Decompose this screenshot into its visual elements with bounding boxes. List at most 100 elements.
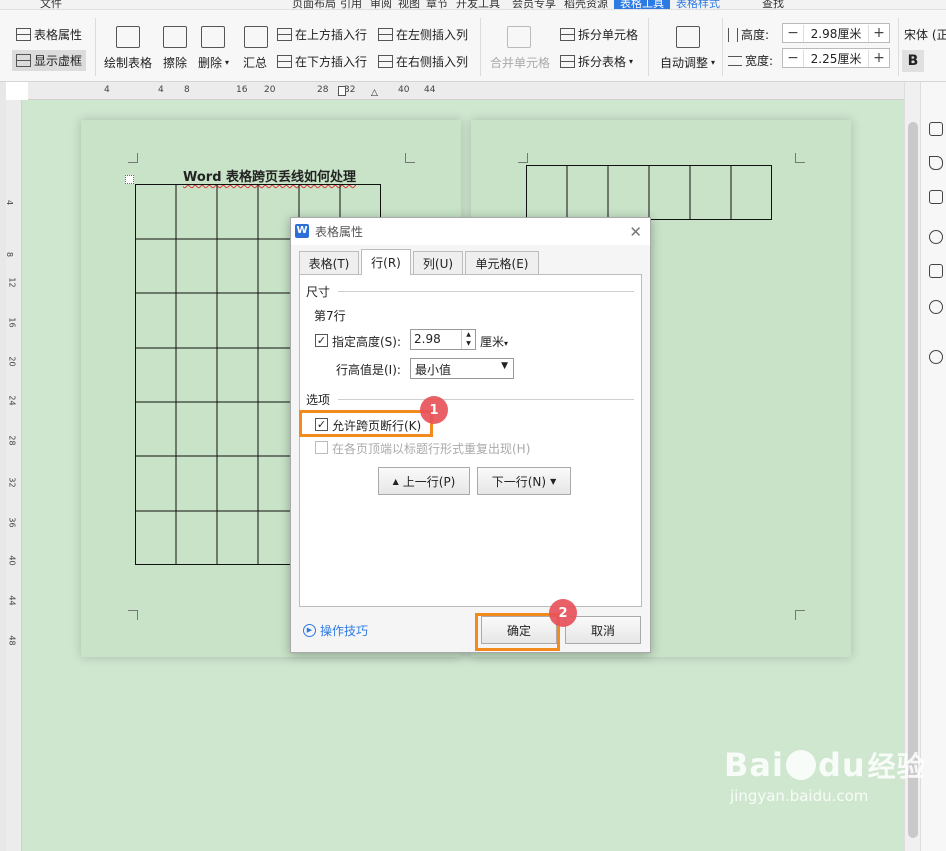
specify-height-checkbox[interactable]: ✓ (315, 334, 328, 347)
decrement-icon[interactable]: − (783, 25, 803, 41)
paw-logo-icon (785, 750, 816, 780)
ruler-tick: 28 (317, 85, 329, 95)
cancel-button[interactable]: 取消 (565, 616, 641, 644)
menu-review[interactable]: 审阅 (370, 0, 392, 9)
unit-dropdown[interactable]: 厘米▾ (480, 333, 508, 350)
table-properties-button[interactable]: 表格属性 (16, 26, 82, 43)
page-corner-mark (128, 610, 138, 620)
font-name-select[interactable]: 宋体 (正 (904, 26, 946, 43)
dropdown-arrow-icon: ▾ (504, 339, 509, 348)
highlight-allow-break (299, 410, 433, 437)
tab-table[interactable]: 表格(T) (299, 251, 359, 275)
tab-marker-icon[interactable]: △ (371, 88, 378, 98)
insert-below-icon (277, 55, 292, 68)
row-height-mode-label: 行高值是(I): (336, 363, 401, 377)
palette-icon[interactable] (929, 350, 943, 364)
height-label: 高度: (728, 26, 769, 43)
settings-icon[interactable] (929, 190, 943, 204)
insert-right-icon (378, 55, 393, 68)
vertical-scrollbar[interactable] (904, 82, 920, 851)
tab-table-tools[interactable]: 表格工具 (614, 0, 670, 9)
lightning-icon[interactable] (929, 300, 943, 314)
tab-column[interactable]: 列(U) (413, 251, 463, 275)
menu-member[interactable]: 会员专享 (512, 0, 556, 9)
dropdown-arrow-icon: ▼ (501, 361, 508, 371)
increment-icon[interactable]: + (869, 50, 889, 66)
indent-marker-icon[interactable] (338, 86, 346, 96)
tab-row[interactable]: 行(R) (361, 249, 411, 275)
ruler-tick: 40 (398, 85, 410, 95)
summarize-button[interactable]: 汇总 (243, 54, 267, 71)
erase-button[interactable]: 擦除 (163, 54, 187, 71)
spinner-arrows-icon[interactable]: ▲ ▼ (461, 330, 475, 349)
table-properties-icon (16, 28, 31, 41)
split-cells-button[interactable]: 拆分单元格 (560, 26, 638, 43)
pointer-icon[interactable] (929, 156, 943, 170)
draw-table-button[interactable]: 绘制表格 (104, 54, 152, 71)
search-button[interactable]: 查找 (762, 0, 784, 9)
eraser-icon (163, 26, 187, 48)
close-icon[interactable]: ✕ (629, 223, 642, 241)
previous-row-button[interactable]: ▲ 上一行(P) (378, 467, 470, 495)
width-spinner[interactable]: − 2.25厘米 + (782, 48, 890, 68)
height-spinner[interactable]: − 2.98厘米 + (782, 23, 890, 43)
menu-references[interactable]: 引用 (340, 0, 362, 9)
insert-row-above-button[interactable]: 在上方插入行 (277, 26, 367, 43)
menu-docer[interactable]: 稻壳资源 (564, 0, 608, 9)
document-title[interactable]: Word 表格跨页丢线如何处理 (183, 166, 356, 185)
summarize-icon (244, 26, 268, 48)
decrement-icon[interactable]: − (783, 50, 803, 66)
row-number-label: 第7行 (314, 309, 346, 323)
ruler-tick: 16 (7, 317, 17, 328)
section-options-label: 选项 (306, 393, 331, 407)
auto-fit-dropdown[interactable]: 自动调整 ▾ (660, 54, 715, 71)
tab-table-style[interactable]: 表格样式 (676, 0, 720, 9)
split-table-dropdown[interactable]: 拆分表格 ▾ (560, 53, 633, 70)
row-height-mode-select[interactable]: 最小值 ▼ (410, 358, 514, 379)
menu-file[interactable]: 文件 (40, 0, 62, 9)
page-corner-mark (795, 610, 805, 620)
width-label: 宽度: (728, 52, 773, 69)
insert-left-icon (378, 28, 393, 41)
play-circle-icon: ▶ (303, 624, 316, 637)
menu-view[interactable]: 视图 (398, 0, 420, 9)
increment-icon[interactable]: + (869, 25, 889, 41)
merge-cells-button[interactable]: 合并单元格 (490, 54, 550, 71)
wps-writer-icon: W (295, 224, 309, 238)
insert-col-right-button[interactable]: 在右侧插入列 (378, 53, 468, 70)
bold-button[interactable]: B (902, 50, 924, 72)
tips-link[interactable]: ▶ 操作技巧 (303, 622, 368, 639)
menu-dev-tools[interactable]: 开发工具 (456, 0, 500, 9)
menu-page-layout[interactable]: 页面布局 (292, 0, 336, 9)
image-icon[interactable] (929, 264, 943, 278)
menu-bar: 文件 页面布局 引用 审阅 视图 章节 开发工具 会员专享 稻壳资源 表格工具 … (0, 0, 946, 10)
gridlines-icon (16, 54, 31, 67)
edit-icon[interactable] (929, 122, 943, 136)
ruler-tick: 4 (158, 85, 164, 95)
table-move-handle-icon[interactable] (125, 175, 134, 184)
insert-row-below-button[interactable]: 在下方插入行 (277, 53, 367, 70)
dropdown-arrow-icon: ▾ (711, 58, 716, 67)
row-tab-panel: 尺寸 第7行 ✓ 指定高度(S): 2.98 ▲ ▼ 厘米▾ 行高值是(I): 最… (299, 274, 642, 607)
specify-height-label: 指定高度(S): (332, 335, 402, 349)
merge-cells-icon (507, 26, 531, 48)
next-row-button[interactable]: 下一行(N) ▼ (477, 467, 571, 495)
baidu-watermark: Bai du 经验 jingyan.baidu.com (724, 745, 926, 805)
show-gridlines-button[interactable]: 显示虚框 (12, 50, 87, 71)
repeat-header-checkbox[interactable] (315, 441, 328, 454)
scrollbar-thumb[interactable] (908, 122, 918, 838)
page-corner-mark (405, 153, 415, 163)
tab-cell[interactable]: 单元格(E) (465, 251, 539, 275)
menu-chapter[interactable]: 章节 (426, 0, 448, 9)
page-corner-mark (518, 153, 528, 163)
ruler-tick: 8 (5, 251, 15, 258)
document-table-right[interactable] (526, 165, 772, 221)
height-input[interactable]: 2.98 ▲ ▼ (410, 329, 476, 350)
delete-table-icon (201, 26, 225, 48)
split-cells-icon (560, 28, 575, 41)
insert-col-left-button[interactable]: 在左侧插入列 (378, 26, 468, 43)
ruler-tick: 32 (7, 477, 17, 488)
help-icon[interactable] (929, 230, 943, 244)
delete-dropdown[interactable]: 删除 ▾ (198, 54, 229, 71)
ruler-tick: 44 (424, 85, 436, 95)
